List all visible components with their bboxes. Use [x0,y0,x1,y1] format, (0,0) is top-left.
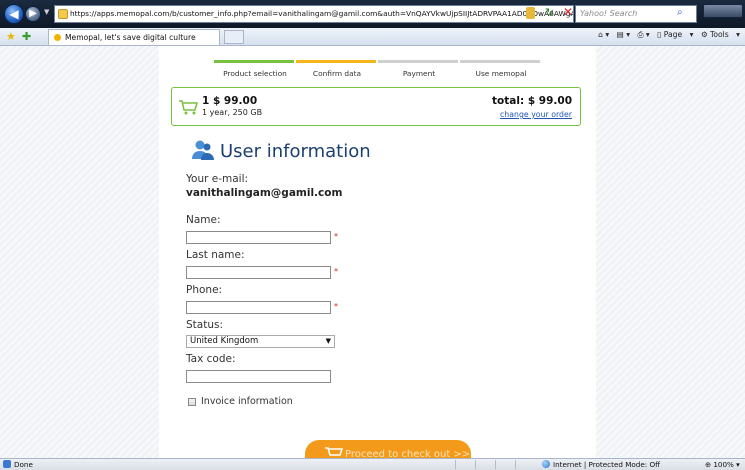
change-order-link[interactable]: change your order [500,110,572,119]
feeds-icon[interactable]: ▤ ▾ [617,30,630,39]
lock-icon[interactable] [526,7,535,19]
tax-code-label: Tax code: [186,353,236,365]
checkout-cart-icon [325,447,343,456]
cart-icon [179,100,198,115]
internet-globe-icon [542,460,550,468]
home-icon[interactable]: ⌂ ▾ [598,30,609,39]
email-value: vanithalingam@gamil.com [186,187,343,199]
page-title: User information [220,141,371,162]
page-viewport[interactable]: Product selection Confirm data Payment U… [0,46,745,458]
page-status-icon [3,460,11,468]
checkout-content: Product selection Confirm data Payment U… [159,46,596,458]
status-select[interactable]: United Kingdom ▼ [186,335,335,348]
tab-title: Memopal, let's save digital culture [65,33,196,42]
step-use-memopal: Use memopal [475,69,527,78]
favorites-bar: ★ ✚ Memopal, let's save digital culture … [0,28,745,46]
name-field[interactable] [186,231,331,244]
step-product-selection: Product selection [223,69,287,78]
command-bar: ⌂ ▾ ▤ ▾ ⎙ ▾ ▯ Page ▾ ⚙ Tools ▾ [598,30,745,40]
add-favorite-icon[interactable]: ✚ [22,30,31,43]
status-separator [455,460,456,469]
page-menu[interactable]: ▯ Page ▾ [657,30,693,39]
invoice-checkbox[interactable] [188,398,196,406]
step-bar-product [214,60,294,63]
step-bar-confirm [296,60,376,63]
phone-required-mark: * [334,302,338,311]
refresh-icon[interactable]: ↻ [545,6,554,19]
status-separator [475,460,476,469]
browser-title-bar: ◀ ▶ ▼ https://apps.memopal.com/b/custome… [0,0,745,28]
forward-button[interactable]: ▶ [25,6,41,22]
last-name-required-mark: * [334,267,338,276]
cart-plan: 1 year, 250 GB [202,108,263,117]
back-button[interactable]: ◀ [4,4,24,24]
status-separator [515,460,516,469]
print-icon[interactable]: ⎙ ▾ [637,30,649,39]
history-dropdown-icon[interactable]: ▼ [44,8,49,16]
tax-code-field[interactable] [186,370,331,383]
last-name-label: Last name: [186,249,245,261]
proceed-checkout-button[interactable]: Proceed to check out >> [305,440,471,458]
tools-menu[interactable]: ⚙ Tools ▾ [701,30,740,39]
stop-icon[interactable]: ✕ [563,5,573,19]
checkout-steps: Product selection Confirm data Payment U… [214,60,542,80]
window-controls[interactable] [703,4,743,18]
search-placeholder: Yahoo! Search [580,9,638,18]
phone-field[interactable] [186,301,331,314]
site-favicon-icon [58,9,68,19]
name-label: Name: [186,214,221,226]
users-icon [192,140,214,160]
address-bar[interactable]: https://apps.memopal.com/b/customer_info… [54,5,574,23]
invoice-label: Invoice information [201,396,293,407]
step-bar-use [460,60,540,63]
checkout-label: Proceed to check out >> [345,449,471,458]
tab-memopal[interactable]: Memopal, let's save digital culture [48,29,220,45]
chevron-down-icon: ▼ [325,337,331,345]
step-confirm-data: Confirm data [312,69,362,78]
zoom-level[interactable]: ⊕ 100% ▾ [705,460,740,469]
step-bar-payment [378,60,458,63]
status-label: Status: [186,319,223,331]
favorites-star-icon[interactable]: ★ [6,30,16,43]
tab-favicon-icon [54,34,61,41]
new-tab-button[interactable] [224,30,244,44]
name-required-mark: * [334,232,338,241]
phone-label: Phone: [186,284,223,296]
status-bar: Done Internet | Protected Mode: Off ⊕ 10… [0,458,745,470]
cart-summary: 1 $ 99.00 1 year, 250 GB total: $ 99.00 … [171,87,581,126]
cart-price: 1 $ 99.00 [202,95,258,107]
cart-total: total: $ 99.00 [492,95,572,107]
status-selected-value: United Kingdom [190,336,259,346]
status-text: Done [14,460,33,469]
address-url: https://apps.memopal.com/b/customer_info… [70,9,574,18]
status-separator [495,460,496,469]
email-label: Your e-mail: [186,173,249,185]
step-payment: Payment [402,69,436,78]
search-icon[interactable]: ⌕ [677,7,683,18]
security-zone[interactable]: Internet | Protected Mode: Off [553,460,660,469]
last-name-field[interactable] [186,266,331,279]
